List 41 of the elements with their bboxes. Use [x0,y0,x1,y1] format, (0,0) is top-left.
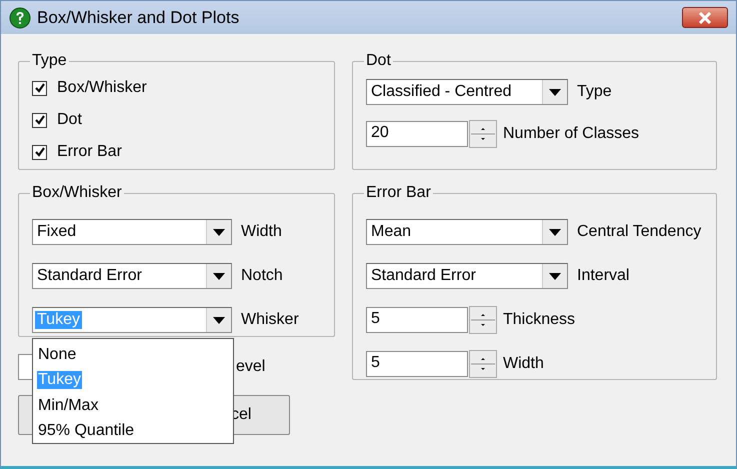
close-icon [698,12,712,24]
checkbox[interactable] [32,112,47,128]
field-label: Number of Classes [503,125,640,143]
window-title: Box/Whisker and Dot Plots [37,8,240,28]
group-title: Error Bar [365,184,432,202]
caret-icon [213,316,225,324]
field-label: Notch [241,267,283,285]
checkbox-label: Box/Whisker [57,79,147,97]
field-label: Width [503,355,544,373]
field-label: Whisker [241,311,299,329]
checkbox[interactable] [32,80,47,96]
caret-icon [549,88,561,96]
group-title: Box/Whisker [31,184,123,202]
list-item[interactable]: 95% Quantile [37,422,136,440]
field-label: Thickness [503,311,576,329]
checkbox-label: Dot [57,111,82,129]
input-field[interactable]: 5 [366,351,468,377]
field-label: Central Tendency [577,223,702,241]
checkbox-label: Error Bar [57,143,122,161]
help-icon [9,6,31,28]
caret-icon [213,272,225,280]
field-label: Width [241,223,282,241]
dropdown[interactable]: Standard Error [366,263,568,289]
input-field[interactable]: 5 [366,307,468,333]
dropdown[interactable]: Fixed [32,219,232,245]
close-button[interactable] [682,7,728,28]
field-label: evel [236,358,266,376]
field-label: Type [577,83,612,101]
checkbox[interactable] [32,144,47,160]
field-label: Interval [577,267,630,285]
caret-icon [549,272,561,280]
dropdown[interactable]: Mean [366,219,568,245]
group-title: Type [31,52,68,70]
group-title: Dot [365,52,392,70]
input-field[interactable]: 20 [366,121,468,147]
list-item[interactable]: Min/Max [37,396,100,415]
dropdown[interactable]: Classified - Centred [366,79,568,105]
list-item[interactable]: None [37,346,78,364]
caret-icon [213,228,225,236]
caret-icon [549,228,561,236]
dropdown[interactable]: Standard Error [32,263,232,289]
